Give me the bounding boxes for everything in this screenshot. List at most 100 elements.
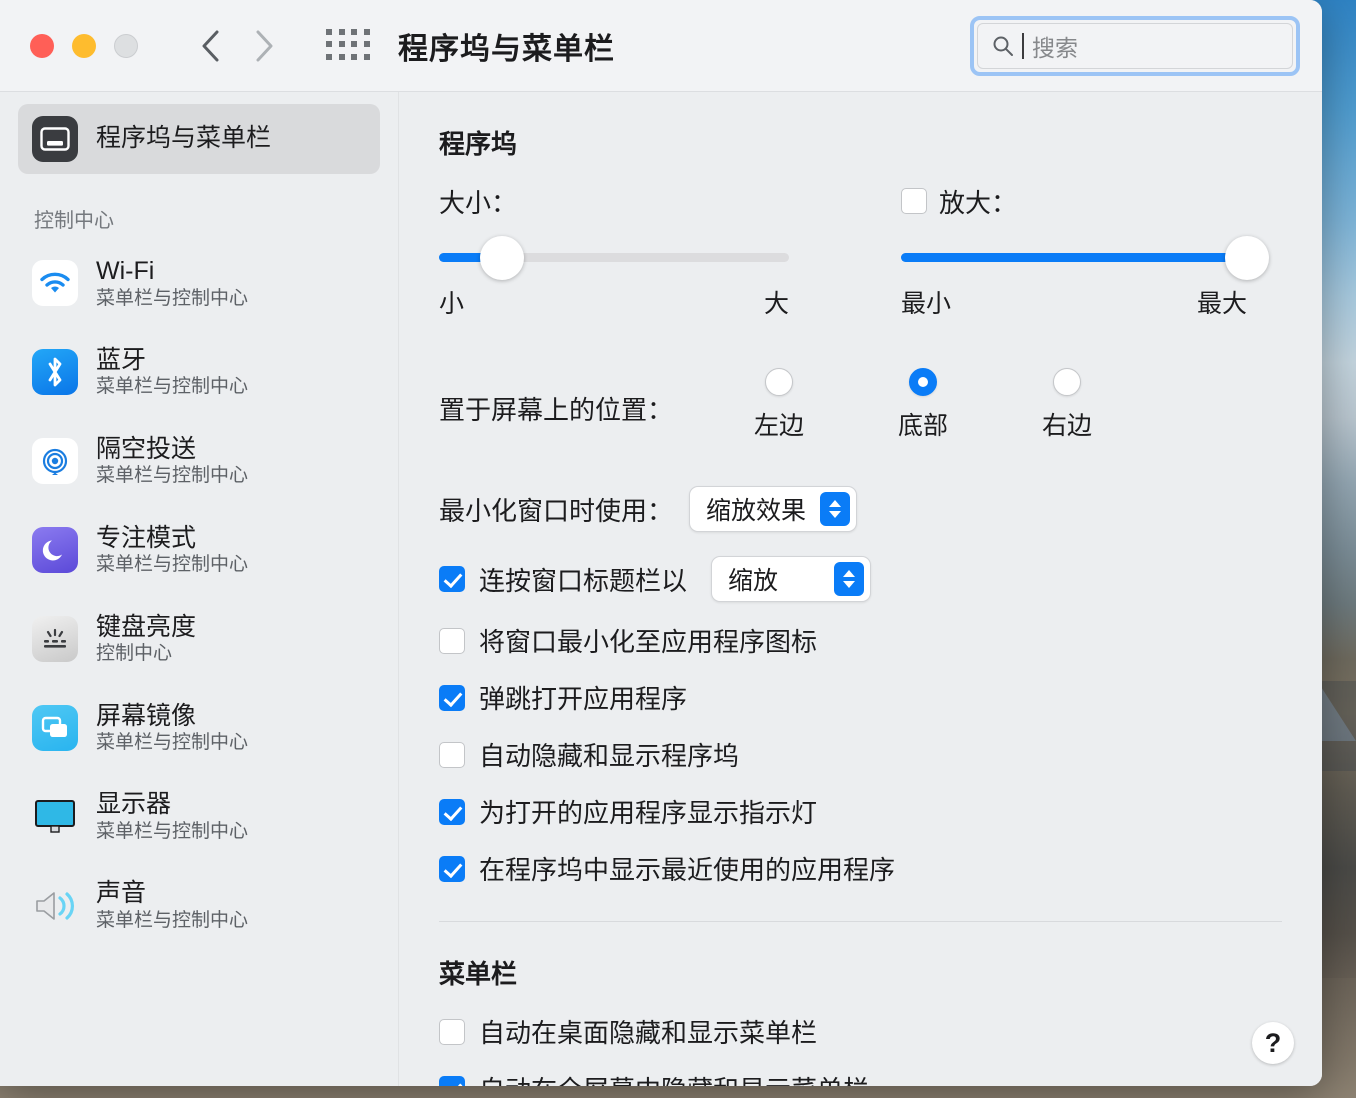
- radio-bottom[interactable]: [909, 368, 938, 396]
- radio-right[interactable]: [1053, 368, 1082, 396]
- dock-position-option-right[interactable]: 右边: [1027, 368, 1107, 442]
- dock-size-slider[interactable]: [439, 235, 789, 280]
- minimize-effect-label: 最小化窗口时使用：: [439, 495, 674, 526]
- minimize-into-app-icon-label: 将窗口最小化至应用程序图标: [479, 627, 818, 657]
- wifi-icon: [32, 260, 78, 307]
- stepper-arrows-icon[interactable]: [820, 492, 851, 526]
- zoom-button[interactable]: [114, 33, 138, 58]
- magnification-label: 放大：: [939, 187, 1018, 218]
- radio-left[interactable]: [765, 368, 794, 396]
- sidebar-item-label: 蓝牙: [96, 345, 147, 374]
- auto-hide-menubar-fullscreen-checkbox[interactable]: [439, 1075, 465, 1086]
- sidebar-item-sublabel: 菜单栏与控制中心: [96, 287, 249, 309]
- keyboard-brightness-icon: [32, 616, 78, 663]
- show-all-grid-icon[interactable]: [326, 28, 372, 63]
- back-chevron-icon[interactable]: [198, 27, 224, 65]
- sidebar-selected-text: 程序坞与菜单栏: [96, 124, 271, 154]
- sidebar-item-sublabel: 菜单栏与控制中心: [96, 820, 249, 842]
- show-recent-apps-label: 在程序坞中显示最近使用的应用程序: [479, 855, 896, 885]
- double-click-titlebar-checkbox[interactable]: [439, 566, 465, 592]
- sidebar-item-sublabel: 菜单栏与控制中心: [96, 732, 249, 754]
- close-button[interactable]: [30, 33, 54, 58]
- sidebar-item-text: 蓝牙 菜单栏与控制中心: [96, 346, 248, 399]
- menubar-section: 菜单栏 自动在桌面隐藏和显示菜单栏 自动在全屏幕中隐藏和显示菜单栏: [399, 954, 1322, 1086]
- stepper-arrows-icon[interactable]: [834, 562, 865, 596]
- sidebar-item-text: 声音 菜单栏与控制中心: [96, 879, 248, 932]
- minimize-button[interactable]: [72, 33, 96, 58]
- auto-hide-menubar-desktop-label: 自动在桌面隐藏和显示菜单栏: [479, 1018, 818, 1048]
- sidebar-item-label: 程序坞与菜单栏: [96, 124, 272, 153]
- radio-bottom-label: 底部: [898, 412, 949, 440]
- dock-size-endpoints: 小 大: [439, 284, 789, 320]
- dock-position-option-bottom[interactable]: 底部: [883, 368, 963, 442]
- show-indicators-label: 为打开的应用程序显示指示灯: [479, 798, 818, 828]
- sidebar-item-label: 键盘亮度: [96, 612, 197, 641]
- dock-section-title: 程序坞: [439, 129, 518, 159]
- sidebar-item-label: 隔空投送: [96, 434, 197, 463]
- sidebar-item-sublabel: 控制中心: [96, 643, 173, 665]
- dock-position-label: 置于屏幕上的位置：: [439, 395, 674, 425]
- sidebar-item-text: 屏幕镜像 菜单栏与控制中心: [96, 702, 248, 755]
- dock-checkbox-row: 将窗口最小化至应用程序图标: [439, 622, 1282, 659]
- radio-left-label: 左边: [754, 412, 805, 440]
- sidebar-item-sound[interactable]: 声音 菜单栏与控制中心: [18, 867, 380, 944]
- magnification-slider[interactable]: [901, 235, 1269, 280]
- sidebar-item-keyboard-brightness[interactable]: 键盘亮度 控制中心: [18, 601, 380, 678]
- sidebar-item-wifi[interactable]: Wi-Fi 菜单栏与控制中心: [18, 245, 380, 322]
- animate-opening-apps-checkbox[interactable]: [439, 684, 465, 711]
- magnification-max-label: 最大: [1196, 290, 1247, 318]
- sidebar-item-label: 显示器: [96, 790, 172, 819]
- sidebar-item-text: 键盘亮度 控制中心: [96, 613, 196, 666]
- sidebar-item-text: Wi-Fi 菜单栏与控制中心: [96, 257, 248, 310]
- double-click-titlebar-label: 连按窗口标题栏以: [479, 565, 688, 596]
- magnification-checkbox[interactable]: [901, 188, 927, 214]
- auto-hide-dock-checkbox[interactable]: [439, 741, 465, 768]
- bluetooth-icon: [32, 349, 78, 396]
- sidebar-item-bluetooth[interactable]: 蓝牙 菜单栏与控制中心: [18, 334, 380, 411]
- radio-right-label: 右边: [1042, 412, 1093, 440]
- dock-size-min-label: 小: [439, 290, 465, 318]
- menubar-section-title: 菜单栏: [439, 959, 518, 989]
- magnification-slider-fill: [901, 253, 1247, 262]
- minimize-into-app-icon-checkbox[interactable]: [439, 627, 465, 654]
- sidebar-item-airdrop[interactable]: 隔空投送 菜单栏与控制中心: [18, 423, 380, 500]
- dock-position-option-left[interactable]: 左边: [739, 368, 819, 442]
- dock-checkbox-row: 弹跳打开应用程序: [439, 679, 1282, 716]
- menubar-checkbox-row: 自动在全屏幕中隐藏和显示菜单栏: [439, 1070, 1282, 1086]
- sidebar: 程序坞与菜单栏 控制中心 Wi-Fi 菜单栏与控制中心 蓝牙 菜单栏与控制中心 …: [0, 92, 398, 1086]
- sidebar-item-dock-and-menubar[interactable]: 程序坞与菜单栏: [18, 104, 380, 174]
- sidebar-item-sublabel: 菜单栏与控制中心: [96, 376, 249, 398]
- system-preferences-window: 程序坞与菜单栏 搜索 程序坞与菜单栏 控制中心 Wi-Fi 菜单栏与控制中心 蓝…: [0, 0, 1322, 1086]
- magnification-slider-thumb[interactable]: [1225, 235, 1269, 280]
- auto-hide-menubar-fullscreen-label: 自动在全屏幕中隐藏和显示菜单栏: [479, 1070, 869, 1086]
- sidebar-item-screen-mirroring[interactable]: 屏幕镜像 菜单栏与控制中心: [18, 690, 380, 767]
- dock-checkbox-row: 为打开的应用程序显示指示灯: [439, 793, 1282, 830]
- sidebar-item-focus[interactable]: 专注模式 菜单栏与控制中心: [18, 512, 380, 589]
- page-title: 程序坞与菜单栏: [398, 32, 615, 66]
- help-button[interactable]: ?: [1252, 1022, 1294, 1064]
- dock-position-radio-group: 左边 底部 右边: [739, 368, 1107, 442]
- window-titlebar: 程序坞与菜单栏 搜索: [0, 0, 1322, 92]
- forward-chevron-icon[interactable]: [250, 27, 276, 65]
- show-indicators-checkbox[interactable]: [439, 798, 465, 825]
- search-input[interactable]: 搜索: [977, 23, 1293, 69]
- magnification-slider-block: 放大： 最小 最大: [901, 183, 1269, 320]
- show-recent-apps-checkbox[interactable]: [439, 855, 465, 882]
- sidebar-item-label: 屏幕镜像: [96, 701, 197, 730]
- magnification-caption: 放大：: [901, 183, 1247, 219]
- dock-size-slider-thumb[interactable]: [480, 235, 524, 280]
- display-icon: [32, 794, 78, 840]
- double-click-titlebar-row: 连按窗口标题栏以 缩放: [439, 556, 1282, 602]
- double-click-action-dropdown[interactable]: 缩放: [711, 556, 872, 602]
- text-caret: [1022, 33, 1024, 59]
- dock-section: 程序坞 大小： 小 大 放大： 最小 最大 置于屏幕上的位置： 左边 底部 右边…: [399, 124, 1322, 922]
- dock-icon: [32, 116, 78, 162]
- sidebar-item-sublabel: 菜单栏与控制中心: [96, 465, 249, 487]
- sidebar-item-label: 专注模式: [96, 523, 197, 552]
- auto-hide-menubar-desktop-checkbox[interactable]: [439, 1018, 465, 1045]
- minimize-effect-dropdown[interactable]: 缩放效果: [689, 486, 858, 532]
- dock-position-row: 置于屏幕上的位置： 左边 底部 右边: [439, 368, 1282, 442]
- animate-opening-apps-label: 弹跳打开应用程序: [479, 684, 688, 714]
- dock-size-max-label: 大: [763, 290, 789, 318]
- sidebar-item-display[interactable]: 显示器 菜单栏与控制中心: [18, 778, 380, 855]
